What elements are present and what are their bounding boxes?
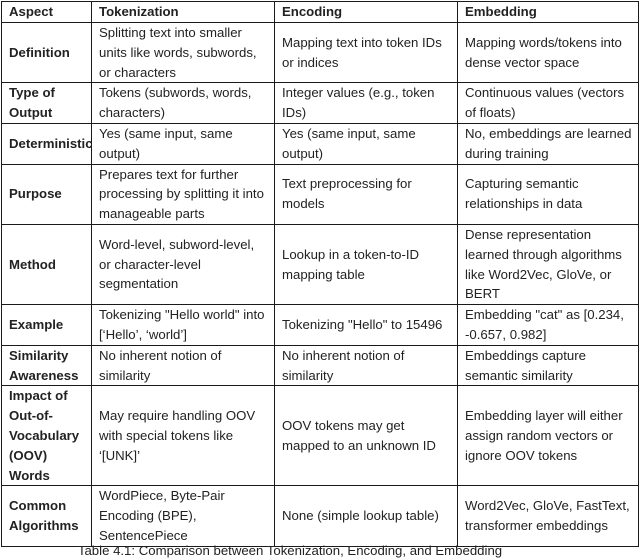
cell-encoding: None (simple lookup table) — [274, 485, 458, 547]
cell-encoding: Lookup in a token-to-ID mapping table — [274, 223, 458, 306]
cell-encoding: Integer values (e.g., token IDs) — [274, 82, 458, 124]
cell-tokenization: Splitting text into smaller units like w… — [91, 21, 275, 84]
row-aspect: Definition — [1, 21, 92, 84]
row-aspect: Example — [1, 304, 92, 346]
row-aspect: Similarity Awareness — [1, 344, 92, 387]
cell-tokenization: Tokens (subwords, words, characters) — [91, 82, 275, 124]
cell-embedding: Embedding layer will either assign rando… — [457, 385, 639, 487]
table-row: Example Tokenizing "Hello world" into [‘… — [1, 304, 639, 346]
cell-tokenization: May require handling OOV with special to… — [91, 385, 275, 487]
cell-encoding: OOV tokens may get mapped to an unknown … — [274, 385, 458, 487]
table-row: Type of Output Tokens (subwords, words, … — [1, 82, 639, 124]
cell-embedding: Embeddings capture semantic similarity — [457, 344, 639, 387]
table-row: Impact of Out-of-Vocabulary (OOV) Words … — [1, 385, 639, 487]
cell-embedding: Word2Vec, GloVe, FastText, transformer e… — [457, 485, 639, 547]
cell-tokenization: Word-level, subword-level, or character-… — [91, 223, 275, 306]
header-aspect: Aspect — [1, 1, 92, 23]
cell-embedding: Embedding "cat" as [0.234, -0.657, 0.982… — [457, 304, 639, 346]
row-aspect: Method — [1, 223, 92, 306]
cell-tokenization: No inherent notion of similarity — [91, 344, 275, 387]
header-embedding: Embedding — [457, 1, 639, 23]
cell-encoding: Text preprocessing for models — [274, 163, 458, 225]
cell-tokenization: WordPiece, Byte-Pair Encoding (BPE), Sen… — [91, 485, 275, 547]
row-aspect: Common Algorithms — [1, 485, 92, 547]
cell-embedding: Capturing semantic relationships in data — [457, 163, 639, 225]
table-row: Common Algorithms WordPiece, Byte-Pair E… — [1, 485, 639, 547]
cell-encoding: Yes (same input, same output) — [274, 122, 458, 165]
row-aspect: Type of Output — [1, 82, 92, 124]
comparison-table: Aspect Tokenization Encoding Embedding D… — [1, 1, 639, 547]
cell-tokenization: Yes (same input, same output) — [91, 122, 275, 165]
row-aspect: Impact of Out-of-Vocabulary (OOV) Words — [1, 385, 92, 487]
table-header-row: Aspect Tokenization Encoding Embedding — [1, 1, 639, 23]
table-row: Similarity Awareness No inherent notion … — [1, 344, 639, 387]
cell-tokenization: Tokenizing "Hello world" into [‘Hello’, … — [91, 304, 275, 346]
table-row: Deterministic? Yes (same input, same out… — [1, 122, 639, 165]
row-aspect: Deterministic? — [1, 122, 92, 165]
cell-encoding: No inherent notion of similarity — [274, 344, 458, 387]
cell-embedding: No, embeddings are learned during traini… — [457, 122, 639, 165]
cell-tokenization: Prepares text for further processing by … — [91, 163, 275, 225]
header-encoding: Encoding — [274, 1, 458, 23]
cell-encoding: Tokenizing "Hello" to 15496 — [274, 304, 458, 346]
header-tokenization: Tokenization — [91, 1, 275, 23]
table-row: Definition Splitting text into smaller u… — [1, 21, 639, 84]
cell-encoding: Mapping text into token IDs or indices — [274, 21, 458, 84]
table-row: Purpose Prepares text for further proces… — [1, 163, 639, 225]
cell-embedding: Continuous values (vectors of floats) — [457, 82, 639, 124]
cell-embedding: Dense representation learned through alg… — [457, 223, 639, 306]
table-caption: Table 4.1: Comparison between Tokenizati… — [77, 543, 503, 558]
cell-embedding: Mapping words/tokens into dense vector s… — [457, 21, 639, 84]
table-row: Method Word-level, subword-level, or cha… — [1, 223, 639, 306]
row-aspect: Purpose — [1, 163, 92, 225]
